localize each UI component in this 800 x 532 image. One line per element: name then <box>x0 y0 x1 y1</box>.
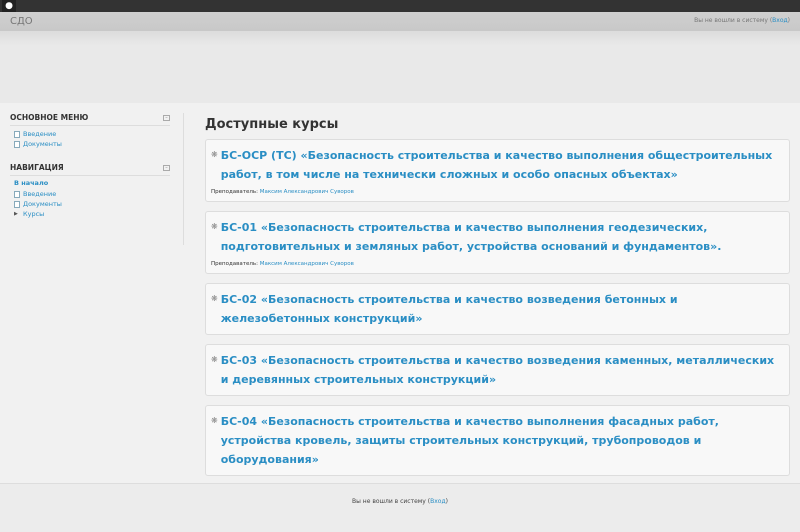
course-link[interactable]: БС-04 «Безопасность строительства и каче… <box>221 412 783 469</box>
header: СДО Вы не вошли в систему (Вход) <box>0 12 800 31</box>
course-link[interactable]: БС-03 «Безопасность строительства и каче… <box>221 351 783 389</box>
course-icon: ❋ <box>211 294 218 303</box>
footer: Вы не вошли в систему (Вход) <box>0 483 800 532</box>
document-icon <box>14 200 20 208</box>
course-icon: ❋ <box>211 222 218 231</box>
banner <box>0 31 800 103</box>
top-bar: ● <box>0 0 800 12</box>
menu-item-documents[interactable]: Документы <box>10 139 170 149</box>
collapse-icon[interactable]: – <box>163 164 170 171</box>
block-title: ОСНОВНОЕ МЕНЮ <box>10 113 89 122</box>
nav-item-intro[interactable]: Введение <box>10 189 170 199</box>
course-link[interactable]: БС-02 «Безопасность строительства и каче… <box>221 290 783 328</box>
nav-item-documents[interactable]: Документы <box>10 199 170 209</box>
menu-link[interactable]: Введение <box>23 130 56 138</box>
course-card: ❋ БС-01 «Безопасность строительства и кач… <box>205 211 790 274</box>
nav-item-courses[interactable]: ▶ Курсы <box>10 209 170 219</box>
main-content: Доступные курсы ❋ БС-ОСР (ТС) «Безопаснос… <box>205 117 790 485</box>
sidebar: ОСНОВНОЕ МЕНЮ – Введение Документы НАВИГА… <box>10 113 184 245</box>
course-card: ❋ БС-03 «Безопасность строительства и кач… <box>205 344 790 396</box>
course-link[interactable]: БС-01 «Безопасность строительства и каче… <box>221 218 783 256</box>
nav-home[interactable]: В начало <box>14 179 48 187</box>
course-icon: ❋ <box>211 355 218 364</box>
document-icon <box>14 130 20 138</box>
document-icon <box>14 190 20 198</box>
login-link[interactable]: Вход <box>772 17 788 24</box>
user-icon[interactable]: ● <box>2 0 16 12</box>
nav-link[interactable]: Введение <box>23 190 56 198</box>
menu-link[interactable]: Документы <box>23 140 62 148</box>
nav-link[interactable]: Документы <box>23 200 62 208</box>
navigation-block: НАВИГАЦИЯ – В начало Введение Документы ▶… <box>10 163 170 219</box>
page-content: ОСНОВНОЕ МЕНЮ – Введение Документы НАВИГА… <box>0 103 800 483</box>
block-title: НАВИГАЦИЯ <box>10 163 64 172</box>
teacher-label: Преподаватель: <box>211 189 258 195</box>
main-menu-block: ОСНОВНОЕ МЕНЮ – Введение Документы <box>10 113 170 149</box>
course-icon: ❋ <box>211 416 218 425</box>
nav-link[interactable]: Курсы <box>23 210 44 218</box>
teacher-label: Преподаватель: <box>211 261 258 267</box>
teacher-link[interactable]: Максим Александрович Суворов <box>260 189 354 195</box>
collapse-icon[interactable]: – <box>163 114 170 121</box>
site-brand[interactable]: СДО <box>10 16 33 27</box>
footer-login-text: Вы не вошли в систему <box>352 498 426 505</box>
login-info: Вы не вошли в систему (Вход) <box>694 17 790 24</box>
document-icon <box>14 140 20 148</box>
footer-login-link[interactable]: Вход <box>430 498 446 505</box>
login-text: Вы не вошли в систему <box>694 17 768 24</box>
course-icon: ❋ <box>211 150 218 159</box>
course-card: ❋ БС-02 «Безопасность строительства и кач… <box>205 283 790 335</box>
page-title: Доступные курсы <box>205 117 339 132</box>
menu-item-intro[interactable]: Введение <box>10 129 170 139</box>
expand-triangle-icon[interactable]: ▶ <box>14 211 20 217</box>
course-card: ❋ БС-ОСР (ТС) «Безопасность строительства… <box>205 139 790 202</box>
teacher-link[interactable]: Максим Александрович Суворов <box>260 261 354 267</box>
course-link[interactable]: БС-ОСР (ТС) «Безопасность строительства … <box>221 146 783 184</box>
course-card: ❋ БС-04 «Безопасность строительства и кач… <box>205 405 790 476</box>
